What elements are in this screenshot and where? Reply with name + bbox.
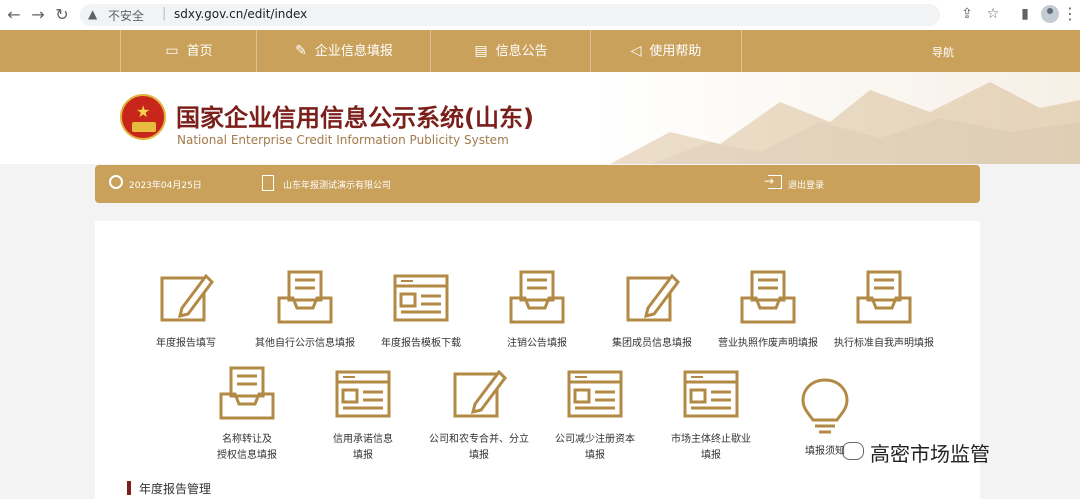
national-emblem-icon: ★	[120, 94, 166, 140]
form-icon	[335, 370, 391, 418]
tile-capital-reduction[interactable]: 公司减少注册资本 填报	[540, 364, 650, 464]
inbox-icon	[509, 270, 565, 324]
nav-enterprise-info-label: 企业信息填报	[314, 44, 393, 59]
monitor-icon: ▭	[165, 43, 179, 59]
logout-arrow-icon[interactable]: →	[764, 174, 774, 188]
form-icon	[567, 370, 623, 418]
nav-enterprise-info[interactable]: ✎ 企业信息填报	[256, 30, 431, 72]
sidepanel-icon[interactable]: ▮	[1016, 6, 1034, 22]
edit-icon	[160, 273, 214, 322]
tile-annual-report-fill[interactable]: 年度报告填写	[131, 268, 241, 358]
edit-icon	[626, 273, 680, 322]
tile-label: 注销公告填报	[507, 338, 567, 349]
forward-arrow-icon[interactable]: →	[28, 5, 48, 25]
nav-guide[interactable]: 导航	[932, 44, 954, 60]
tile-label: 其他自行公示信息填报	[255, 338, 355, 349]
back-arrow-icon[interactable]: ←	[4, 5, 24, 25]
document-icon: ▤	[474, 43, 488, 59]
speaker-icon: ◁	[630, 43, 642, 59]
tile-template-download[interactable]: 年度报告模板下载	[366, 268, 476, 358]
info-bar: 2023年04月25日 山东年报测试演示有限公司 → 退出登录	[95, 165, 980, 203]
reload-icon[interactable]: ↻	[52, 5, 72, 25]
watermark-text: 高密市场监管	[870, 442, 990, 466]
current-date: 2023年04月25日	[129, 181, 202, 191]
tile-cancellation-notice[interactable]: 注销公告填报	[482, 268, 592, 358]
inbox-icon	[219, 366, 275, 420]
emblem-gate-icon	[132, 122, 156, 132]
clock-icon	[109, 175, 123, 189]
url-text: sdxy.gov.cn/edit/index	[174, 7, 308, 21]
menu-dots-icon[interactable]: ⋮	[1062, 4, 1078, 23]
nav-help-label: 使用帮助	[649, 44, 702, 59]
address-separator: |	[162, 6, 167, 21]
emblem-star-icon: ★	[136, 102, 151, 121]
tile-business-suspension[interactable]: 市场主体终止歇业 填报	[656, 364, 766, 464]
star-icon[interactable]: ☆	[984, 6, 1002, 22]
nav-home[interactable]: ▭ 首页	[120, 30, 257, 72]
tile-group-members[interactable]: 集团成员信息填报	[597, 268, 707, 358]
tile-label: 名称转让及 授权信息填报	[217, 434, 277, 461]
company-name: 山东年报测试演示有限公司	[283, 181, 392, 191]
pen-icon: ✎	[295, 43, 307, 59]
wechat-watermark: 高密市场监管	[842, 438, 990, 467]
tile-label: 公司和农专合并、分立 填报	[429, 434, 529, 461]
bulb-icon	[801, 378, 849, 434]
nav-announcements[interactable]: ▤ 信息公告	[430, 30, 591, 72]
tile-label: 年度报告模板下载	[381, 338, 461, 349]
insecure-label: 不安全	[108, 9, 145, 23]
tile-license-void[interactable]: 营业执照作废声明填报	[713, 268, 823, 358]
tile-label: 集团成员信息填报	[612, 338, 692, 349]
wechat-icon	[842, 442, 864, 460]
nav-announcements-label: 信息公告	[495, 44, 548, 59]
profile-avatar-icon[interactable]	[1041, 5, 1059, 23]
inbox-icon	[856, 270, 912, 324]
tile-standard-declaration[interactable]: 执行标准自我声明填报	[829, 268, 939, 358]
page-subtitle: National Enterprise Credit Information P…	[177, 133, 509, 147]
tile-label: 信用承诺信息 填报	[333, 434, 393, 461]
top-nav: ▭ 首页 ✎ 企业信息填报 ▤ 信息公告 ◁ 使用帮助	[0, 30, 1080, 72]
nav-home-label: 首页	[186, 44, 213, 59]
section-marker	[127, 481, 131, 495]
section-title: 年度报告管理	[139, 482, 212, 496]
tile-other-public-info[interactable]: 其他自行公示信息填报	[250, 268, 360, 358]
inbox-icon	[277, 270, 333, 324]
tile-label: 市场主体终止歇业 填报	[671, 434, 751, 461]
mountain-background-icon	[610, 82, 1080, 164]
address-bar[interactable]: ▲ 不安全 | sdxy.gov.cn/edit/index	[80, 4, 940, 26]
share-icon[interactable]: ⇪	[958, 6, 976, 22]
edit-icon	[453, 369, 507, 418]
tile-merger-split[interactable]: 公司和农专合并、分立 填报	[424, 364, 534, 464]
tile-label: 年度报告填写	[156, 338, 216, 349]
tile-credit-commitment[interactable]: 信用承诺信息 填报	[308, 364, 418, 464]
tile-label: 营业执照作废声明填报	[718, 338, 818, 349]
inbox-icon	[740, 270, 796, 324]
company-icon	[262, 175, 274, 191]
form-icon	[393, 274, 449, 322]
warning-icon: ▲	[88, 7, 98, 21]
tile-name-transfer[interactable]: 名称转让及 授权信息填报	[192, 364, 302, 464]
page-title: 国家企业信用信息公示系统(山东)	[176, 104, 534, 132]
browser-toolbar: ← → ↻ ▲ 不安全 | sdxy.gov.cn/edit/index ⇪ ☆…	[0, 0, 1080, 31]
tile-label: 执行标准自我声明填报	[834, 338, 934, 349]
nav-help[interactable]: ◁ 使用帮助	[590, 30, 742, 72]
form-icon	[683, 370, 739, 418]
logout-button[interactable]: 退出登录	[788, 178, 824, 191]
tile-label: 公司减少注册资本 填报	[555, 434, 635, 461]
